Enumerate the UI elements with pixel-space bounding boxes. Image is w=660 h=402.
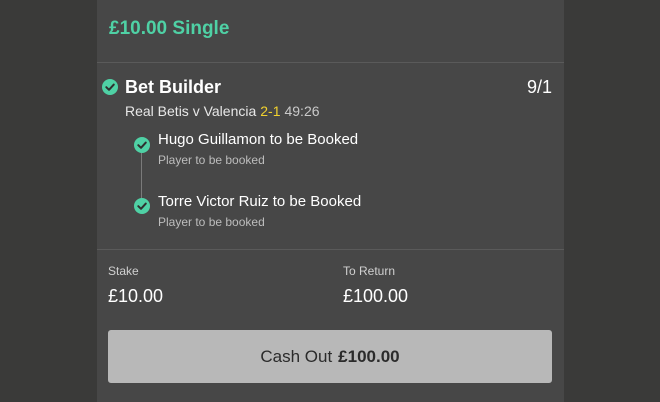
left-margin (0, 0, 97, 402)
match-name: Real Betis v Valencia (125, 103, 257, 119)
match-info[interactable]: Real Betis v Valencia 2-1 49:26 (125, 103, 320, 119)
stake-value: £10.00 (108, 286, 164, 306)
leg-selection-name: Torre Victor Ruiz to be Booked (158, 193, 362, 210)
match-score: 2-1 (260, 103, 281, 119)
leg-market-name: Player to be booked (158, 215, 265, 229)
stake-label: Stake (108, 264, 139, 278)
leg-selection-name: Hugo Guillamon to be Booked (158, 131, 359, 148)
cash-out-button[interactable]: Cash Out £100.00 (108, 330, 552, 383)
to-return-value: £100.00 (343, 286, 409, 306)
cash-out-amount: £100.00 (338, 346, 400, 366)
check-circle-icon (102, 79, 118, 95)
check-circle-icon (134, 198, 150, 214)
to-return-label: To Return (343, 264, 396, 278)
match-clock: 49:26 (284, 103, 320, 119)
bet-slip-screen: £10.00 Single Bet Builder 9/1 Real Betis… (0, 0, 660, 402)
check-circle-icon (134, 137, 150, 153)
cash-out-label: Cash Out (260, 346, 333, 366)
leg-market-name: Player to be booked (158, 153, 265, 167)
bet-type-title: £10.00 Single (109, 18, 230, 39)
divider (97, 62, 564, 63)
bet-builder-label: Bet Builder (125, 77, 222, 97)
bet-odds: 9/1 (526, 77, 552, 97)
right-margin (564, 0, 660, 402)
divider (97, 249, 564, 250)
